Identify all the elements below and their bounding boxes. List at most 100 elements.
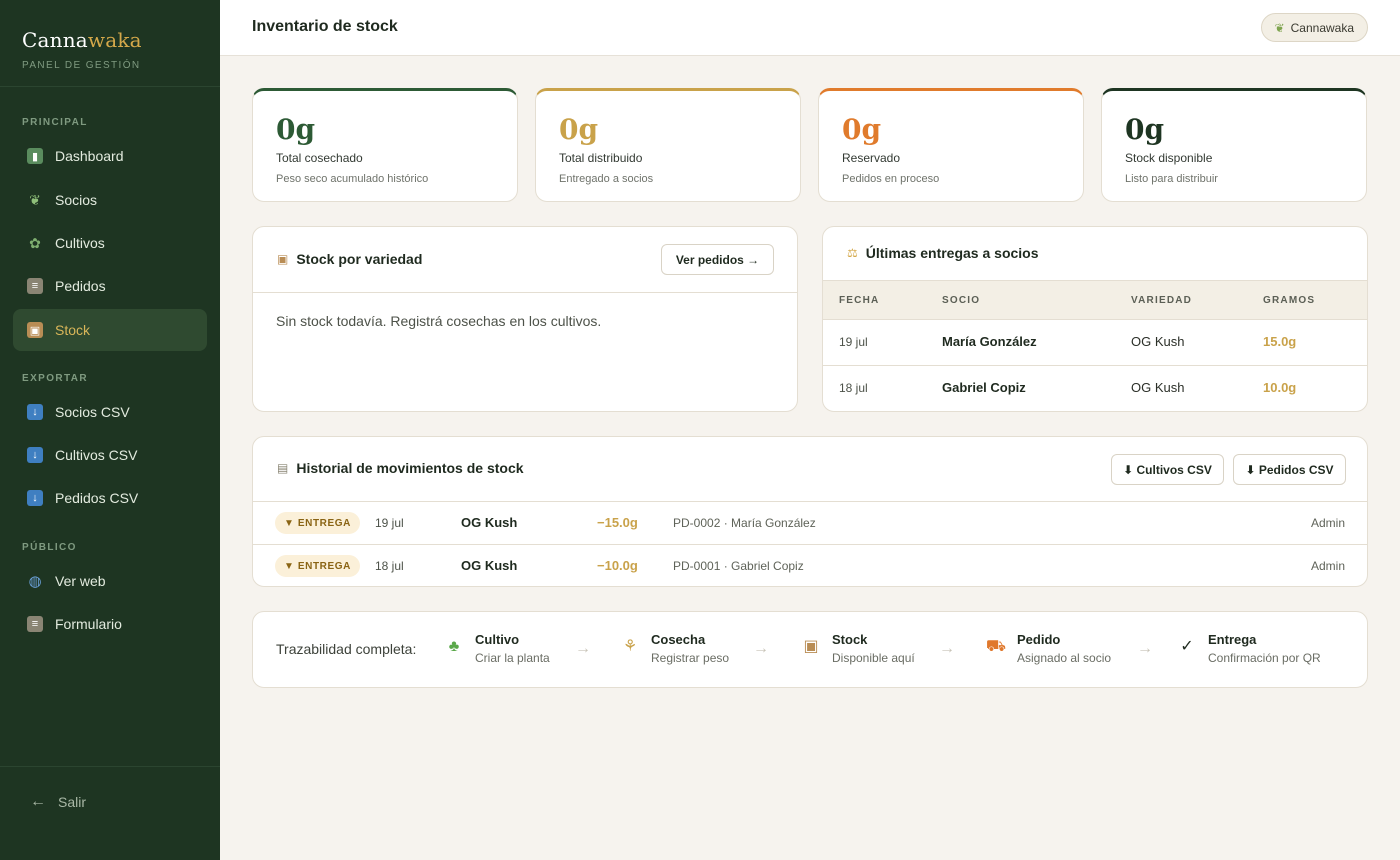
ver-pedidos-button[interactable]: Ver pedidos →: [661, 244, 774, 275]
logout-button[interactable]: ← Salir: [0, 766, 220, 811]
trace-step-name: Entrega: [1208, 632, 1257, 647]
table-row[interactable]: ▼ ENTREGA 19 jul OG Kush −15.0g PD-0002 …: [253, 501, 1367, 544]
cell-date: 19 jul: [839, 335, 868, 349]
sidebar-item-pedidos-csv[interactable]: ↓ Pedidos CSV: [13, 477, 207, 519]
status-badge: ▼ ENTREGA: [275, 555, 360, 577]
sidebar-item-label: Cultivos: [55, 235, 105, 251]
cell-grams: 10.0g: [1263, 380, 1297, 395]
panel-title-text: Historial de movimientos de stock: [296, 460, 524, 476]
package-icon: ▣: [803, 638, 819, 655]
panel-title: ⚖ Últimas entregas a socios: [847, 245, 1039, 261]
trazabilidad-label: Trazabilidad completa:: [276, 641, 417, 657]
stat-sub: Entregado a socios: [559, 173, 654, 185]
leaf-icon: ❦: [29, 191, 41, 208]
table-row[interactable]: ▼ ENTREGA 18 jul OG Kush −10.0g PD-0001 …: [253, 544, 1367, 586]
cell-variety: OG Kush: [1131, 334, 1185, 349]
trace-step-stock: ▣ Stock Disponible aquí: [800, 632, 915, 665]
section-principal: PRINCIPAL: [22, 117, 88, 128]
column-header-variedad[interactable]: VARIEDAD: [1131, 295, 1192, 306]
trace-step-sub: Registrar peso: [651, 651, 730, 665]
table-header: FECHA SOCIO VARIEDAD GRAMOS: [823, 280, 1367, 320]
trace-step-cultivo: ♣ Cultivo Criar la planta: [443, 632, 550, 665]
scale-icon: ⚖: [847, 246, 858, 260]
sidebar-item-label: Dashboard: [55, 148, 124, 164]
arrow-left-icon: ←: [30, 793, 46, 810]
sidebar-item-socios-csv[interactable]: ↓ Socios CSV: [13, 391, 207, 433]
column-header-gramos[interactable]: GRAMOS: [1263, 295, 1315, 306]
topbar: Inventario de stock ❦ Cannawaka: [220, 0, 1400, 56]
sidebar-item-socios[interactable]: ❦ Socios: [13, 179, 207, 221]
sidebar-item-ver-web[interactable]: ◍ Ver web: [13, 560, 207, 602]
sidebar-item-dashboard[interactable]: ▮ Dashboard: [13, 135, 207, 177]
table-row[interactable]: 19 jul María González OG Kush 15.0g: [823, 320, 1367, 365]
stat-value: 0g: [559, 113, 599, 146]
trace-step-name: Stock: [832, 632, 868, 647]
user-pill[interactable]: ❦ Cannawaka: [1260, 13, 1368, 42]
cell-variety: OG Kush: [461, 558, 518, 573]
stat-card-reservado: 0g Reservado Pedidos en proceso: [818, 88, 1084, 202]
table-row[interactable]: 18 jul Gabriel Copiz OG Kush 10.0g: [823, 365, 1367, 411]
panel-title: ▣ Stock por variedad: [277, 251, 422, 267]
cell-grams: 15.0g: [1263, 334, 1297, 349]
sidebar-item-cultivos-csv[interactable]: ↓ Cultivos CSV: [13, 434, 207, 476]
brand-name-second: waka: [87, 28, 142, 52]
stat-value: 0g: [842, 113, 882, 146]
cell-date: 18 jul: [375, 559, 404, 573]
stock-por-variedad-panel: ▣ Stock por variedad Ver pedidos → Sin s…: [252, 226, 798, 412]
sidebar-item-label: Stock: [55, 322, 91, 338]
stat-sub: Pedidos en proceso: [842, 173, 940, 185]
globe-icon: ◍: [28, 573, 42, 590]
logout-label: Salir: [58, 794, 87, 810]
download-icon: ↓: [27, 404, 43, 420]
column-header-fecha[interactable]: FECHA: [839, 295, 879, 306]
section-exportar: EXPORTAR: [22, 373, 89, 384]
stat-card-total-cosechado: 0g Total cosechado Peso seco acumulado h…: [252, 88, 518, 202]
brand-name-first: Canna: [22, 28, 88, 52]
sidebar-item-formulario[interactable]: ≡ Formulario: [13, 603, 207, 645]
divider: [253, 292, 797, 293]
harvest-icon: ⚘: [622, 638, 638, 655]
export-cultivos-csv-button[interactable]: ⬇ Cultivos CSV: [1111, 454, 1224, 485]
trace-step-entrega: ✓ Entrega Confirmación por QR: [1176, 632, 1321, 665]
sidebar-item-label: Formulario: [55, 616, 122, 632]
section-publico: PÚBLICO: [22, 542, 77, 553]
stat-value: 0g: [1125, 113, 1165, 146]
cell-user: Admin: [1310, 559, 1345, 573]
trace-step-sub: Asignado al socio: [1017, 651, 1112, 665]
cell-member: María González: [942, 334, 1037, 349]
sidebar-item-stock[interactable]: ▣ Stock: [13, 309, 207, 351]
trace-step-name: Cultivo: [475, 632, 520, 647]
trace-step-sub: Confirmación por QR: [1208, 651, 1321, 665]
stat-label: Reservado: [842, 151, 901, 165]
stat-card-total-distribuido: 0g Total distribuido Entregado a socios: [535, 88, 801, 202]
arrow-right-icon: →: [939, 640, 955, 657]
export-pedidos-csv-button[interactable]: ⬇ Pedidos CSV: [1233, 454, 1346, 485]
stat-sub: Listo para distribuir: [1125, 173, 1218, 185]
brand-logo[interactable]: Cannawaka: [22, 28, 198, 52]
status-badge: ▼ ENTREGA: [275, 512, 360, 534]
download-icon: ↓: [27, 447, 43, 463]
panel-title-text: Stock por variedad: [296, 251, 423, 267]
cell-amount: −10.0g: [597, 558, 638, 573]
arrow-right-icon: →: [753, 640, 769, 657]
clipboard-icon: ≡: [27, 616, 43, 632]
cell-member: Gabriel Copiz: [942, 380, 1026, 395]
cell-variety: OG Kush: [1131, 380, 1185, 395]
package-icon: ▣: [277, 252, 289, 266]
cell-date: 18 jul: [839, 381, 868, 395]
sidebar-item-cultivos[interactable]: ✿ Cultivos: [13, 222, 207, 264]
sidebar-item-label: Pedidos CSV: [55, 490, 139, 506]
brand-subtitle: PANEL DE GESTIÓN: [22, 60, 141, 71]
document-icon: ▤: [277, 461, 289, 475]
cell-reference: PD-0002 · María González: [673, 516, 816, 530]
sidebar-item-pedidos[interactable]: ≡ Pedidos: [13, 265, 207, 307]
trace-step-sub: Disponible aquí: [832, 651, 915, 665]
column-header-socio[interactable]: SOCIO: [942, 295, 980, 306]
cell-user: Admin: [1310, 516, 1345, 530]
brand: Cannawaka PANEL DE GESTIÓN: [0, 0, 220, 87]
trace-step-pedido: ⛟ Pedido Asignado al socio: [985, 632, 1111, 665]
sidebar-item-label: Ver web: [55, 573, 106, 589]
cell-date: 19 jul: [375, 516, 404, 530]
user-name: Cannawaka: [1290, 20, 1354, 35]
cell-reference: PD-0001 · Gabriel Copiz: [673, 559, 804, 573]
